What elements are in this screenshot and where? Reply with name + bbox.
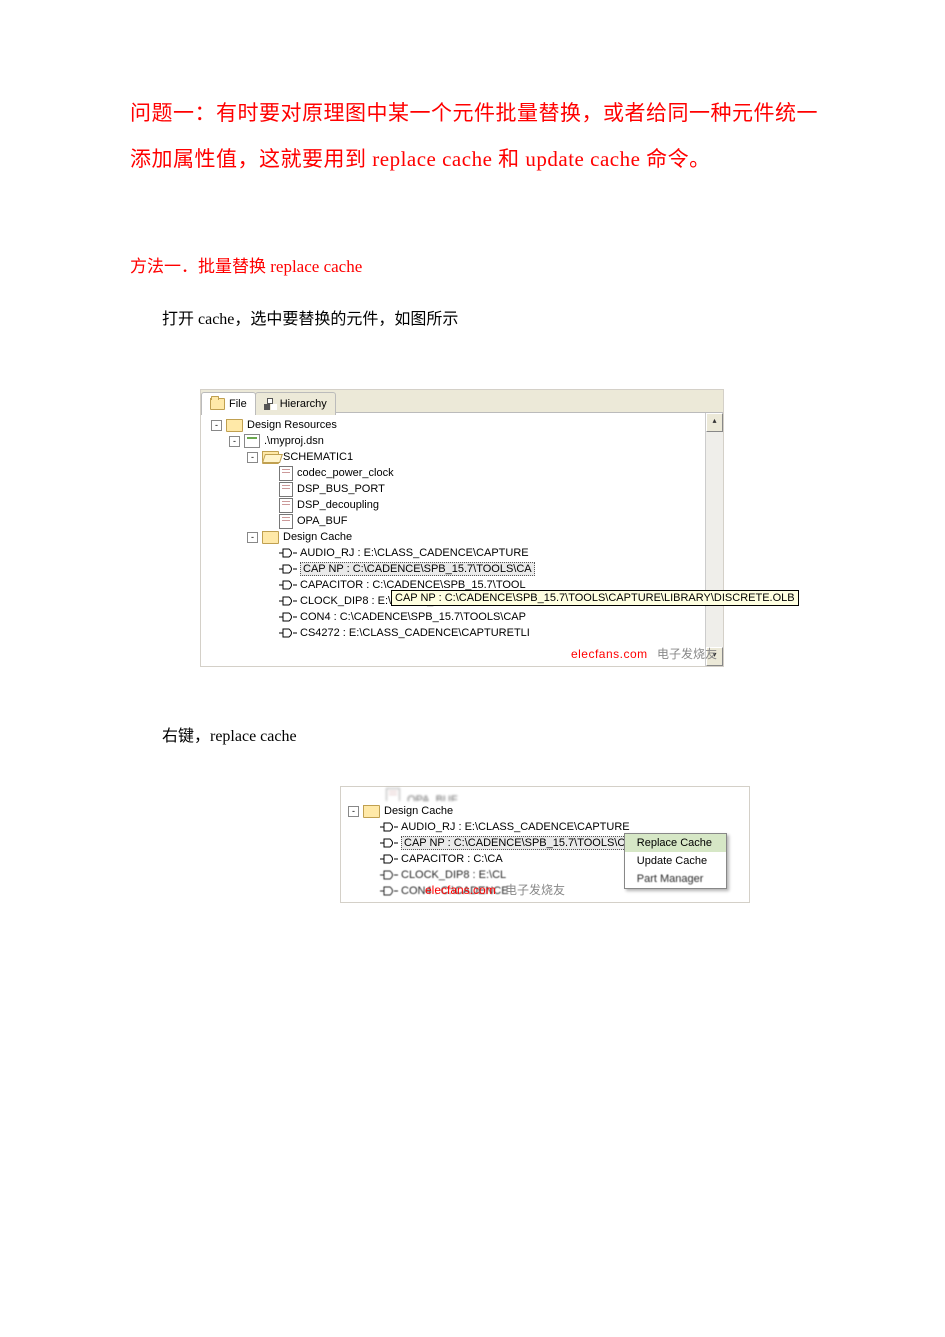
- cache-label: CON4 : C:\CADENCE\SPB_15.7\TOOLS\CAP: [300, 611, 526, 623]
- cache-item-cs4272[interactable]: CS4272 : E:\CLASS_CADENCE\CAPTURETLI: [207, 625, 705, 641]
- cache-label: CS4272 : E:\CLASS_CADENCE\CAPTURETLI: [300, 627, 530, 639]
- gate-icon: [279, 612, 297, 622]
- tree-content: - Design Resources - .\myproj.dsn - SCHE…: [201, 413, 705, 666]
- cache-folder-label: Design Cache: [283, 531, 352, 543]
- page-icon: [386, 788, 400, 801]
- tab-file-label: File: [229, 398, 247, 410]
- tree-design-cache[interactable]: - Design Cache: [207, 529, 705, 545]
- watermark-site: elecfans.com: [425, 883, 496, 897]
- cache-label-selected: CAP NP : C:\CADENCE\SPB_15.7\TOOLS\CA: [401, 836, 636, 850]
- scroll-up-icon[interactable]: ▴: [706, 413, 723, 432]
- gate-icon: [279, 596, 297, 606]
- page: 问题一：有时要对原理图中某一个元件批量替换，或者给同一种元件统一添加属性值，这就…: [0, 0, 945, 1337]
- cache-label: AUDIO_RJ : E:\CLASS_CADENCE\CAPTURE: [300, 547, 529, 559]
- menu-part-manager[interactable]: Part Manager: [625, 870, 726, 888]
- hierarchy-icon: [264, 398, 276, 410]
- watermark: elecfans.com 电子发烧友: [425, 881, 565, 898]
- menu-label: Update Cache: [637, 855, 707, 867]
- context-menu: Replace Cache Update Cache Part Manager: [624, 833, 727, 889]
- tree-schematic1[interactable]: - SCHEMATIC1: [207, 449, 705, 465]
- gate-icon: [380, 838, 398, 848]
- tree-page-dspdecoup[interactable]: DSP_decoupling: [207, 497, 705, 513]
- cache-item-audiorj[interactable]: AUDIO_RJ : E:\CLASS_CADENCE\CAPTURE: [207, 545, 705, 561]
- folder-open-icon: [262, 451, 279, 464]
- watermark: elecfans.com 电子发烧友: [571, 645, 717, 662]
- cache-label: CLOCK_DIP8 : E:\CL: [401, 869, 506, 881]
- folder-icon: [226, 419, 243, 432]
- menu-label: Part Manager: [637, 873, 704, 885]
- tab-file[interactable]: File: [201, 392, 256, 415]
- watermark-site: elecfans.com: [571, 647, 648, 661]
- menu-update-cache[interactable]: Update Cache: [625, 852, 726, 870]
- menu-replace-cache[interactable]: Replace Cache: [625, 834, 726, 852]
- screenshot-1: File Hierarchy - Design Resources -: [200, 389, 724, 667]
- cache-item-capnp-selected[interactable]: CAP NP : C:\CADENCE\SPB_15.7\TOOLS\CA: [207, 561, 705, 577]
- tooltip: CAP NP : C:\CADENCE\SPB_15.7\TOOLS\CAPTU…: [391, 590, 799, 606]
- tab-bar: File Hierarchy: [201, 390, 723, 413]
- cache-folder-label: Design Cache: [384, 805, 453, 817]
- screenshot-2: OPA_BUF - Design Cache AUDIO_RJ : E:\CLA…: [340, 786, 750, 903]
- root-label: Design Resources: [247, 419, 337, 431]
- gate-icon: [279, 564, 297, 574]
- tree-root[interactable]: - Design Resources: [207, 417, 705, 433]
- page-icon: [279, 498, 293, 513]
- step2-text: 右键，replace cache: [162, 722, 835, 746]
- step1-text: 打开 cache，选中要替换的元件，如图所示: [130, 305, 835, 329]
- cache-label: CAPACITOR : C:\CA: [401, 853, 503, 865]
- folder-icon: [363, 805, 380, 818]
- page-label: DSP_decoupling: [297, 499, 379, 511]
- page-icon: [279, 514, 293, 529]
- gate-icon: [380, 870, 398, 880]
- menu-label: Replace Cache: [637, 837, 712, 849]
- page-label: DSP_BUS_PORT: [297, 483, 385, 495]
- schematic-label: SCHEMATIC1: [283, 451, 353, 463]
- tab-hierarchy[interactable]: Hierarchy: [255, 392, 336, 415]
- question-title: 问题一：有时要对原理图中某一个元件批量替换，或者给同一种元件统一添加属性值，这就…: [130, 90, 835, 182]
- scroll-track[interactable]: [706, 432, 723, 647]
- tree-dsn[interactable]: - .\myproj.dsn: [207, 433, 705, 449]
- gate-icon: [279, 628, 297, 638]
- page-icon: [279, 466, 293, 481]
- cache-label: AUDIO_RJ : E:\CLASS_CADENCE\CAPTURE: [401, 821, 630, 833]
- page-label: codec_power_clock: [297, 467, 394, 479]
- tree-page-codec[interactable]: codec_power_clock: [207, 465, 705, 481]
- tree-page-dspbus[interactable]: DSP_BUS_PORT: [207, 481, 705, 497]
- gate-icon: [380, 822, 398, 832]
- gate-icon: [279, 548, 297, 558]
- gate-icon: [380, 854, 398, 864]
- folder-icon: [262, 531, 279, 544]
- cache-label-selected: CAP NP : C:\CADENCE\SPB_15.7\TOOLS\CA: [300, 562, 535, 576]
- cache-item-con4[interactable]: CON4 : C:\CADENCE\SPB_15.7\TOOLS\CAP: [207, 609, 705, 625]
- method1-heading: 方法一．批量替换 replace cache: [130, 252, 835, 277]
- s2-design-cache[interactable]: - Design Cache: [344, 803, 749, 819]
- dsn-label: .\myproj.dsn: [264, 435, 324, 447]
- tree-body: - Design Resources - .\myproj.dsn - SCHE…: [201, 413, 723, 666]
- page-label: OPA_BUF: [297, 515, 348, 527]
- watermark-cn: 电子发烧友: [657, 647, 717, 661]
- watermark-cn: 电子发烧友: [505, 883, 565, 897]
- folder-icon: [210, 398, 225, 410]
- scrollbar[interactable]: ▴ ▾: [705, 413, 723, 666]
- tree-page-opabuf[interactable]: OPA_BUF: [207, 513, 705, 529]
- gate-icon: [380, 886, 398, 896]
- tab-hierarchy-label: Hierarchy: [280, 398, 327, 410]
- page-icon: [279, 482, 293, 497]
- blurred-row: OPA_BUF: [386, 788, 749, 801]
- gate-icon: [279, 580, 297, 590]
- dsn-icon: [244, 434, 260, 448]
- blurred-label: OPA_BUF: [407, 794, 458, 801]
